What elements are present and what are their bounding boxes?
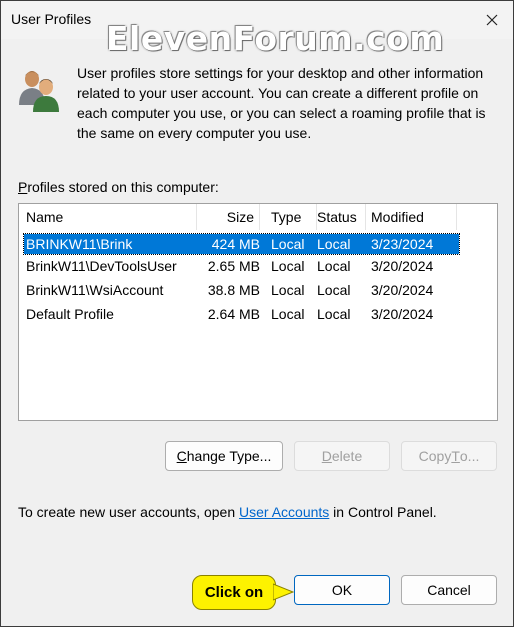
close-button[interactable] bbox=[481, 9, 503, 31]
profile-status: Local bbox=[317, 282, 351, 298]
profile-modified: 3/20/2024 bbox=[371, 258, 434, 274]
footer-text: To create new user accounts, open User A… bbox=[18, 504, 437, 520]
table-row[interactable]: BRINKW11\Brink 424 MB Local Local 3/23/2… bbox=[23, 233, 460, 255]
profile-type: Local bbox=[271, 236, 305, 252]
profile-modified: 3/20/2024 bbox=[371, 282, 434, 298]
window-title: User Profiles bbox=[11, 11, 92, 27]
callout-badge: Click on bbox=[192, 575, 276, 610]
profile-size: 38.8 MB bbox=[207, 282, 260, 298]
callout-arrow-icon bbox=[273, 583, 295, 601]
profile-modified: 3/23/2024 bbox=[371, 236, 434, 252]
profile-type: Local bbox=[271, 258, 305, 274]
column-header-status[interactable]: Status bbox=[312, 204, 366, 230]
profile-name: BrinkW11\DevToolsUser bbox=[26, 258, 177, 274]
table-row[interactable]: BrinkW11\WsiAccount 38.8 MB Local Local … bbox=[19, 278, 497, 302]
change-type-button[interactable]: Change Type... bbox=[165, 441, 283, 471]
ok-button[interactable]: OK bbox=[294, 575, 390, 605]
profile-modified: 3/20/2024 bbox=[371, 306, 434, 322]
copy-to-button[interactable]: Copy To... bbox=[401, 441, 497, 471]
profile-type: Local bbox=[271, 282, 305, 298]
title-bar: User Profiles ElevenForum.com bbox=[1, 1, 513, 58]
intro-text: User profiles store settings for your de… bbox=[77, 65, 486, 141]
delete-button[interactable]: Delete bbox=[294, 441, 390, 471]
profile-size: 424 MB bbox=[211, 236, 260, 252]
profile-size: 2.64 MB bbox=[207, 306, 260, 322]
column-header-size[interactable]: Size bbox=[190, 204, 260, 230]
column-header-modified[interactable]: Modified bbox=[366, 204, 457, 230]
profile-status: Local bbox=[317, 258, 351, 274]
list-header: Name Size Type Status Modified bbox=[19, 204, 497, 230]
profile-size: 2.65 MB bbox=[207, 258, 260, 274]
profile-name: BrinkW11\WsiAccount bbox=[26, 282, 164, 298]
profile-name: Default Profile bbox=[26, 306, 114, 322]
profiles-label: Profiles stored on this computer: bbox=[18, 179, 219, 195]
user-profiles-dialog: User Profiles ElevenForum.com User profi… bbox=[0, 0, 514, 627]
close-icon bbox=[486, 14, 498, 26]
column-header-name[interactable]: Name bbox=[19, 204, 197, 230]
cancel-button[interactable]: Cancel bbox=[401, 575, 497, 605]
profile-status: Local bbox=[317, 236, 351, 252]
users-icon bbox=[19, 71, 59, 112]
profile-type: Local bbox=[271, 306, 305, 322]
watermark: ElevenForum.com bbox=[106, 19, 445, 58]
table-row[interactable]: BrinkW11\DevToolsUser 2.65 MB Local Loca… bbox=[19, 254, 497, 278]
profile-name: BRINKW11\Brink bbox=[26, 236, 133, 252]
profiles-list[interactable]: Name Size Type Status Modified BRINKW11\… bbox=[18, 203, 498, 421]
column-header-type[interactable]: Type bbox=[266, 204, 317, 230]
table-row[interactable]: Default Profile 2.64 MB Local Local 3/20… bbox=[19, 302, 497, 326]
user-accounts-link[interactable]: User Accounts bbox=[239, 504, 329, 520]
profile-status: Local bbox=[317, 306, 351, 322]
